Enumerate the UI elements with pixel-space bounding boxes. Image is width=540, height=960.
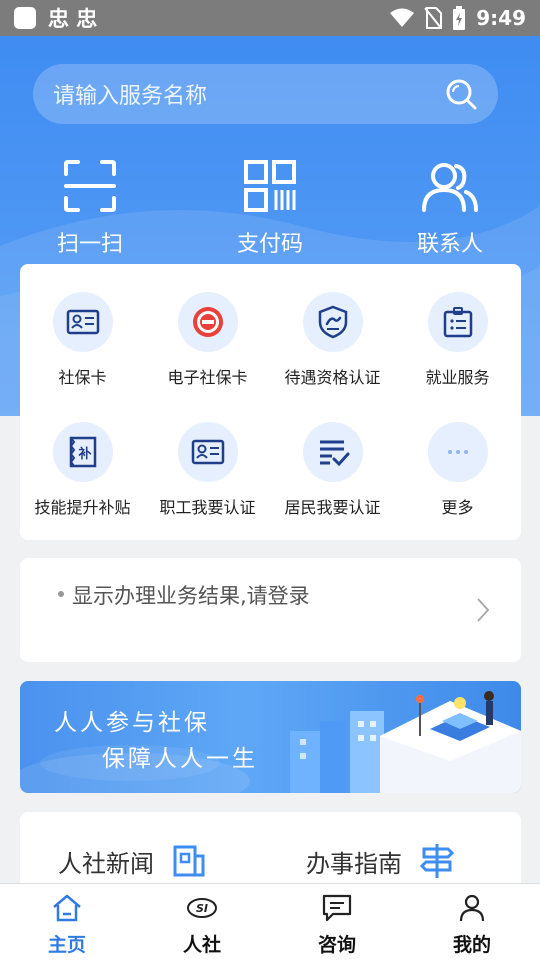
battery-icon <box>453 6 466 30</box>
login-prompt-text: 显示办理业务结果,请登录 <box>72 584 310 608</box>
service-label: 更多 <box>441 498 474 517</box>
svg-text:补: 补 <box>77 446 91 462</box>
bullet-dot <box>58 591 64 597</box>
nav-label: 咨询 <box>317 934 356 956</box>
badge-icon <box>443 307 472 338</box>
checklist-icon <box>319 440 349 467</box>
contacts-icon <box>422 163 478 212</box>
status-time: 9:49 <box>476 6 526 30</box>
login-prompt-card[interactable]: 显示办理业务结果,请登录 <box>20 558 521 662</box>
si-logo-icon: SI <box>187 898 217 918</box>
service-qualification-cert[interactable]: 待遇资格认证 <box>270 292 395 388</box>
quick-actions: 扫一扫 支付码 联系人 <box>0 150 540 260</box>
hr-news-label: 人社新闻 <box>58 849 154 878</box>
bottom-nav: 主页 SI 人社 咨询 我的 <box>0 883 540 960</box>
city-buildings-illustration <box>290 691 521 793</box>
service-label: 职工我要认证 <box>159 498 256 517</box>
hr-news-link[interactable]: 人社新闻 <box>58 842 208 880</box>
service-more[interactable]: 更多 <box>395 422 520 518</box>
scan-icon <box>64 160 116 212</box>
services-card: 社保卡 电子社保卡 待遇资格认证 就业服务 补 技能提升补贴 职工我要认证 居民… <box>20 264 521 540</box>
nav-label: 主页 <box>47 934 86 956</box>
shield-check-icon <box>318 305 347 339</box>
service-guide-link[interactable]: 办事指南 <box>306 842 456 880</box>
scan-button[interactable]: 扫一扫 <box>0 150 180 258</box>
worker-card-icon <box>191 439 224 465</box>
status-app-icons: 忠 忠 <box>48 7 98 31</box>
contacts-button[interactable]: 联系人 <box>360 150 540 258</box>
svg-text:SI: SI <box>196 902 208 915</box>
service-worker-cert[interactable]: 职工我要认证 <box>145 422 270 518</box>
nav-home[interactable]: 主页 <box>22 892 112 957</box>
service-label: 待遇资格认证 <box>284 368 381 387</box>
search-placeholder: 请输入服务名称 <box>53 84 208 109</box>
chevron-right-icon <box>477 598 490 622</box>
nav-consult[interactable]: 咨询 <box>292 892 382 957</box>
service-label: 技能提升补贴 <box>34 498 131 517</box>
home-icon <box>53 894 81 922</box>
service-e-social-card[interactable]: 电子社保卡 <box>145 292 270 388</box>
service-social-card[interactable]: 社保卡 <box>20 292 145 388</box>
app-square-icon <box>14 7 36 29</box>
nav-label: 人社 <box>182 934 221 956</box>
service-skill-subsidy[interactable]: 补 技能提升补贴 <box>20 422 145 518</box>
banner-line-2: 保障人人一生 <box>102 746 258 772</box>
no-sim-icon <box>424 7 443 29</box>
service-label: 居民我要认证 <box>284 498 381 517</box>
scan-label: 扫一扫 <box>56 232 123 257</box>
search-input[interactable]: 请输入服务名称 <box>33 64 498 124</box>
service-employment[interactable]: 就业服务 <box>395 292 520 388</box>
news-icon <box>173 845 205 877</box>
user-icon <box>459 894 485 922</box>
e-social-card-icon <box>192 307 223 337</box>
chat-icon <box>322 894 352 922</box>
qr-code-icon <box>244 160 296 212</box>
service-guide-label: 办事指南 <box>306 849 402 878</box>
id-card-icon <box>66 309 99 335</box>
service-label: 社保卡 <box>58 368 107 387</box>
more-icon <box>447 450 468 454</box>
contacts-label: 联系人 <box>416 232 483 257</box>
pay-code-label: 支付码 <box>236 232 303 257</box>
service-resident-cert[interactable]: 居民我要认证 <box>270 422 395 518</box>
signpost-icon <box>419 844 455 878</box>
service-label: 就业服务 <box>425 368 490 387</box>
nav-hr-social[interactable]: SI 人社 <box>157 892 247 957</box>
status-bar: 忠 忠 9:49 <box>0 0 540 36</box>
nav-mine[interactable]: 我的 <box>427 892 517 957</box>
banner-line-1: 人人参与社保 <box>54 710 210 736</box>
promo-banner[interactable]: 人人参与社保 保障人人一生 <box>20 681 521 793</box>
wifi-icon <box>390 8 415 27</box>
nav-label: 我的 <box>452 934 491 956</box>
search-icon[interactable] <box>444 77 478 111</box>
pay-code-button[interactable]: 支付码 <box>180 150 360 258</box>
subsidy-icon: 补 <box>69 436 96 468</box>
service-label: 电子社保卡 <box>167 368 248 387</box>
